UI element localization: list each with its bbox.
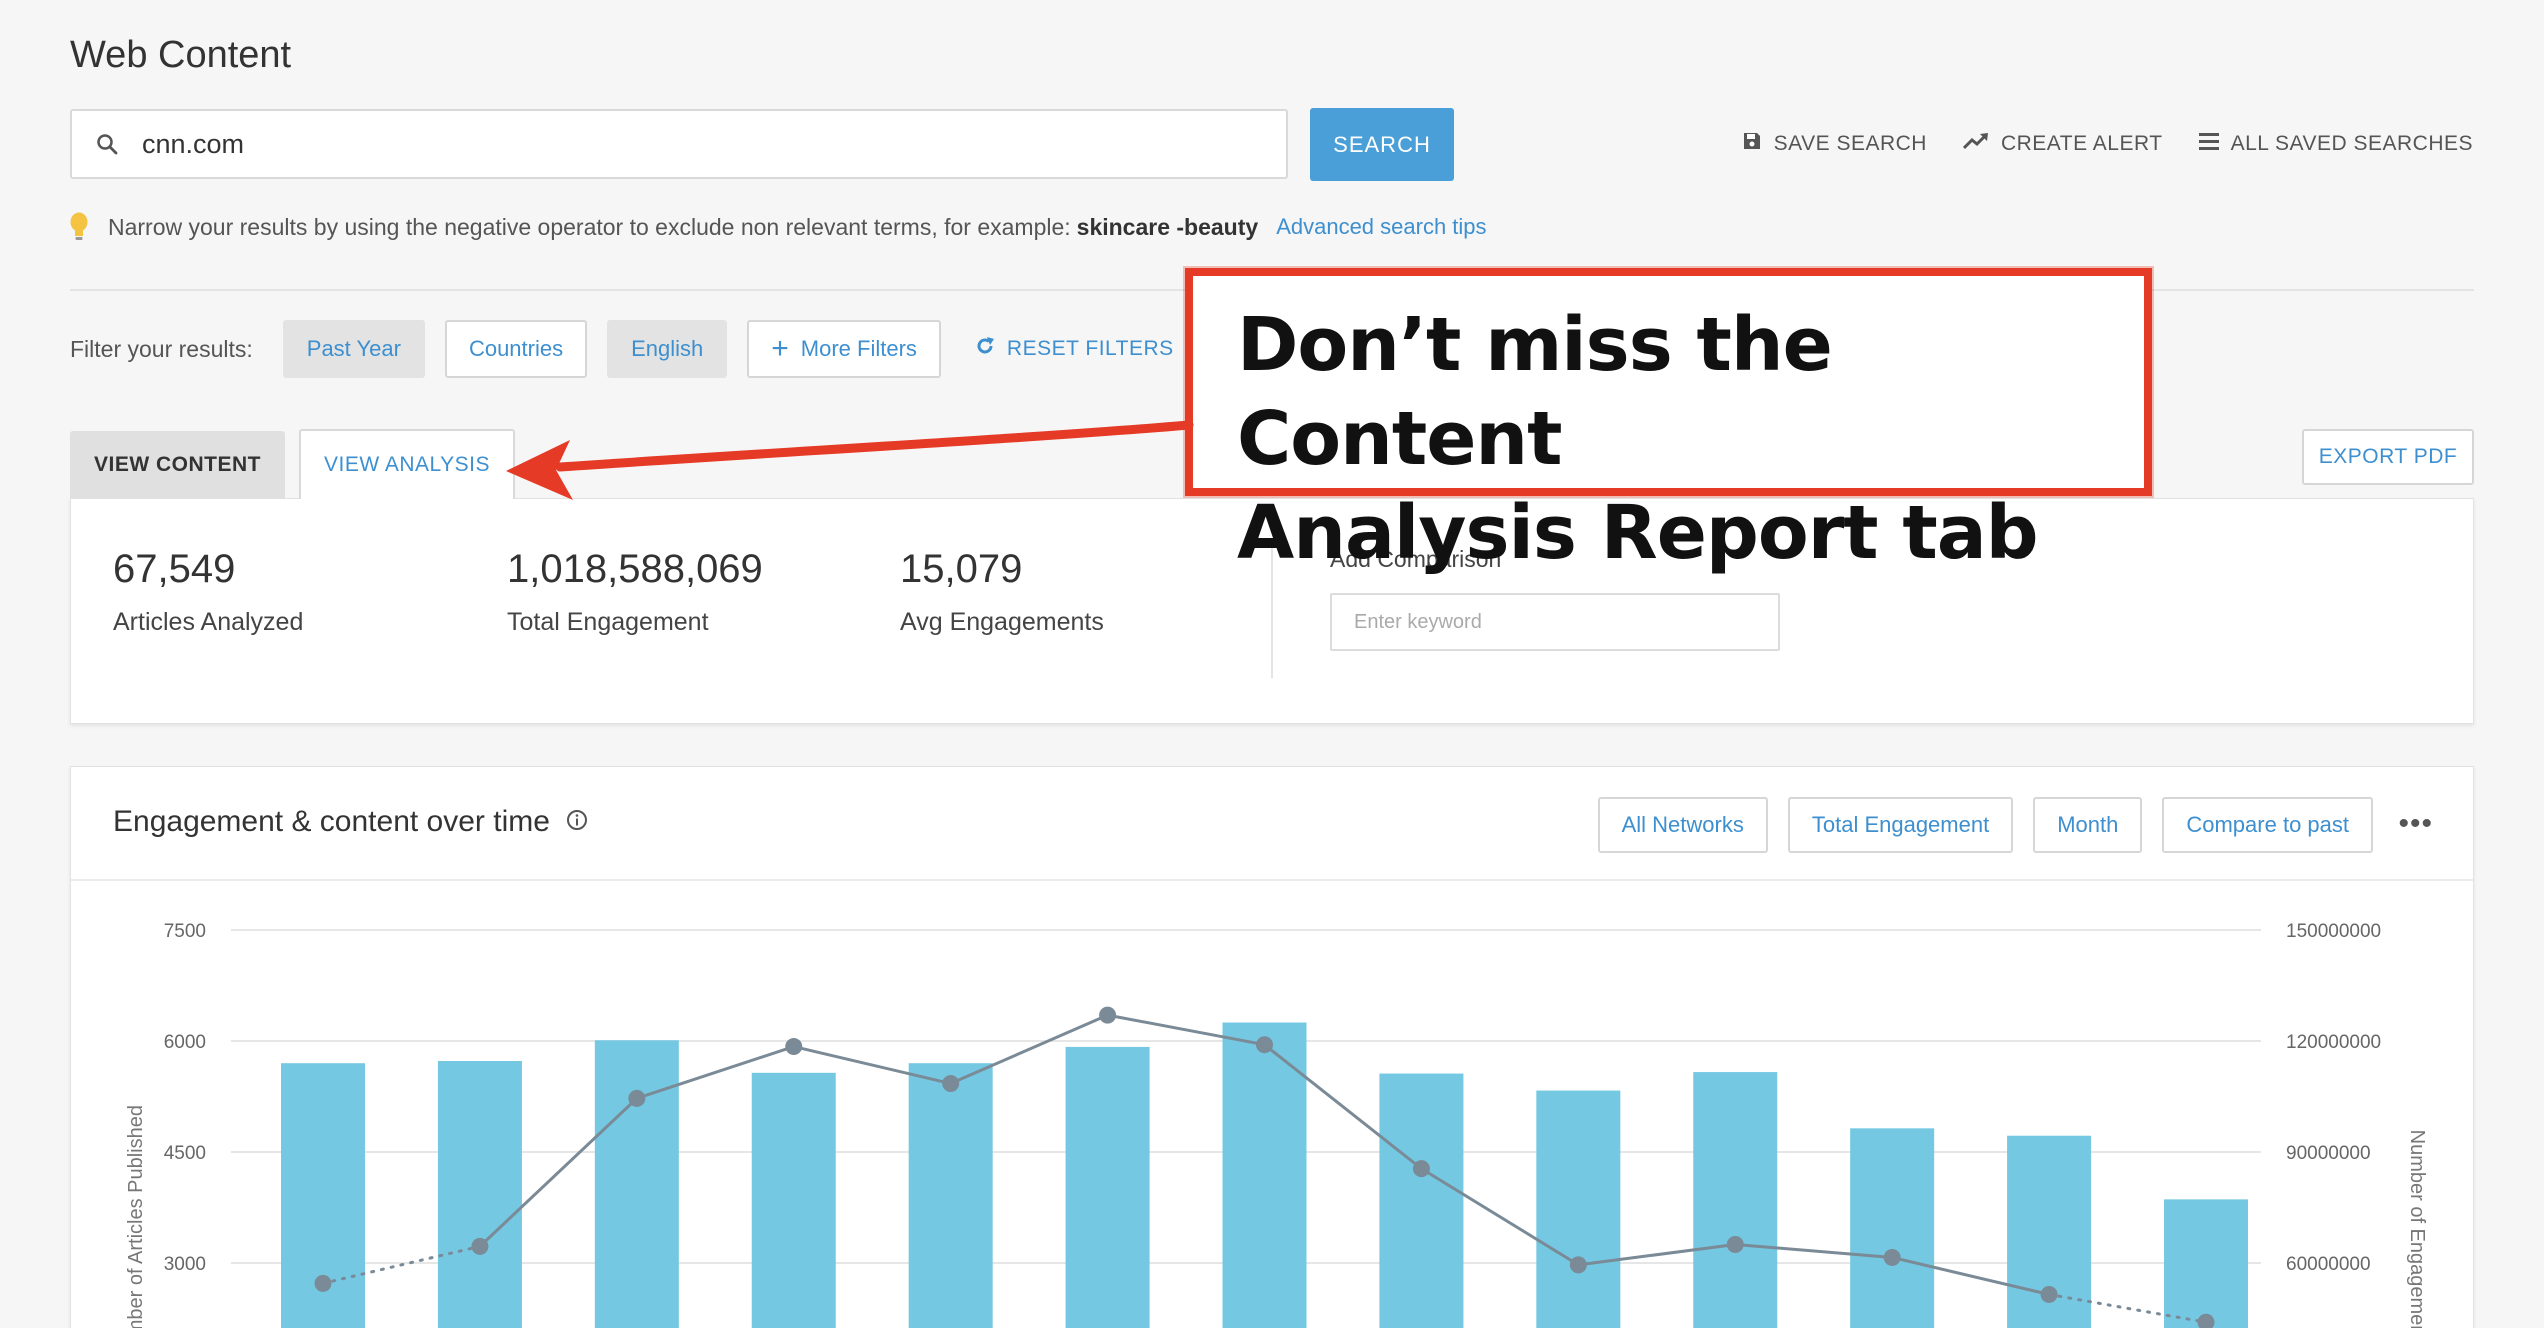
- search-input[interactable]: [142, 128, 1242, 160]
- filter-chip-english[interactable]: English: [607, 320, 728, 378]
- left-axis-label: Number of Articles Published: [125, 1105, 147, 1328]
- arrow-head: [506, 440, 573, 500]
- search-icon: [72, 111, 142, 177]
- right-axis-tick-label: 90000000: [2286, 1143, 2371, 1164]
- create-alert-label: CREATE ALERT: [2000, 132, 2163, 155]
- search-button[interactable]: SEARCH: [1310, 108, 1454, 181]
- chart-bar: [1536, 1090, 1621, 1328]
- tab-view-analysis[interactable]: VIEW ANALYSIS: [299, 429, 515, 499]
- all-saved-searches-label: ALL SAVED SEARCHES: [2230, 132, 2473, 155]
- chart-bar: [1850, 1128, 1935, 1328]
- plus-icon: +: [771, 332, 789, 365]
- stat-articles-analyzed: 67,549 Articles Analyzed: [113, 547, 303, 637]
- chart-panel: Engagement & content over time All Netwo…: [70, 766, 2474, 1328]
- right-axis-tick-label: 60000000: [2286, 1254, 2371, 1275]
- right-axis-tick-label: 120000000: [2286, 1032, 2381, 1053]
- save-icon: [1742, 131, 1762, 157]
- engagement-point: [1569, 1256, 1587, 1274]
- chart-bar: [1065, 1046, 1150, 1328]
- engagement-point: [628, 1089, 646, 1107]
- stat-value: 15,079: [900, 547, 1023, 591]
- filter-label: Filter your results:: [70, 335, 253, 362]
- tip-text: Narrow your results by using the negativ…: [108, 213, 1071, 240]
- stat-total-engagement: 1,018,588,069 Total Engagement: [507, 547, 763, 637]
- reset-filters-label: RESET FILTERS: [1006, 337, 1174, 360]
- advanced-search-tips-link[interactable]: Advanced search tips: [1276, 214, 1486, 240]
- chart-bar: [594, 1040, 679, 1328]
- chart-bar: [1379, 1073, 1464, 1328]
- left-axis-tick-label: 7500: [164, 921, 206, 942]
- left-axis-tick-label: 6000: [164, 1032, 206, 1053]
- engagement-point: [1883, 1248, 1901, 1266]
- comparison-keyword-input[interactable]: [1330, 593, 1780, 651]
- stat-label: Total Engagement: [507, 608, 709, 636]
- save-search-button[interactable]: SAVE SEARCH: [1742, 131, 1927, 157]
- engagement-content-chart: 7500 150000000 6000 120000000 4500 90000000 30…: [125, 921, 2428, 1328]
- chart-bar: [2164, 1199, 2248, 1328]
- tab-view-content[interactable]: VIEW CONTENT: [70, 431, 285, 499]
- search-box[interactable]: [70, 109, 1288, 179]
- chart-bar: [437, 1060, 522, 1328]
- engagement-point: [785, 1038, 803, 1056]
- export-pdf-button[interactable]: EXPORT PDF: [2302, 429, 2474, 485]
- stat-avg-engagements: 15,079 Avg Engagements: [900, 547, 1104, 637]
- search-tip: Narrow your results by using the negativ…: [70, 212, 1487, 242]
- lightbulb-icon: [70, 212, 88, 242]
- create-alert-button[interactable]: CREATE ALERT: [1962, 132, 2163, 156]
- trending-up-icon: [1962, 132, 1989, 156]
- engagement-point: [1412, 1160, 1430, 1178]
- engagement-point: [2040, 1285, 2058, 1303]
- chart-bar: [908, 1063, 993, 1328]
- stat-label: Avg Engagements: [900, 608, 1104, 636]
- filter-chip-past-year[interactable]: Past Year: [282, 320, 425, 378]
- arrow-shaft: [555, 420, 1194, 472]
- engagement-point: [942, 1075, 960, 1093]
- reset-filters-button[interactable]: RESET FILTERS: [975, 336, 1174, 362]
- stat-value: 1,018,588,069: [507, 547, 763, 591]
- refresh-icon: [975, 336, 995, 362]
- engagement-point: [1099, 1006, 1117, 1024]
- engagement-point: [1726, 1236, 1744, 1253]
- engagement-point: [314, 1274, 332, 1292]
- right-axis-label: Number of Engagements: [2406, 1130, 2428, 1328]
- chart-bar: [751, 1072, 836, 1328]
- callout-line-1: Don’t miss the Content: [1237, 302, 1833, 482]
- engagement-point: [1256, 1036, 1273, 1054]
- filter-row: Filter your results: Past Year Countries…: [70, 320, 1174, 378]
- stat-value: 67,549: [113, 547, 236, 591]
- left-axis-tick-label: 3000: [164, 1254, 206, 1275]
- filter-chip-countries[interactable]: Countries: [444, 320, 588, 378]
- more-filters-button[interactable]: + More Filters: [747, 320, 941, 378]
- engagement-point: [471, 1237, 489, 1255]
- annotation-callout: Don’t miss the Content Analysis Report t…: [1185, 268, 2152, 576]
- top-actions: SAVE SEARCH CREATE ALERT ALL SAVED SEARC…: [1742, 131, 2473, 157]
- callout-line-2: Analysis Report tab: [1237, 490, 2039, 576]
- right-axis-tick-label: 150000000: [2286, 921, 2381, 942]
- all-saved-searches-button[interactable]: ALL SAVED SEARCHES: [2198, 132, 2473, 156]
- save-search-label: SAVE SEARCH: [1773, 132, 1927, 155]
- list-icon: [2198, 132, 2219, 156]
- more-filters-label: More Filters: [800, 336, 917, 361]
- stat-label: Articles Analyzed: [113, 608, 304, 636]
- chart-bar: [1693, 1072, 1778, 1328]
- tip-example: skincare -beauty: [1076, 213, 1259, 240]
- left-axis-tick-label: 4500: [164, 1143, 206, 1164]
- page-title: Web Content: [70, 34, 292, 76]
